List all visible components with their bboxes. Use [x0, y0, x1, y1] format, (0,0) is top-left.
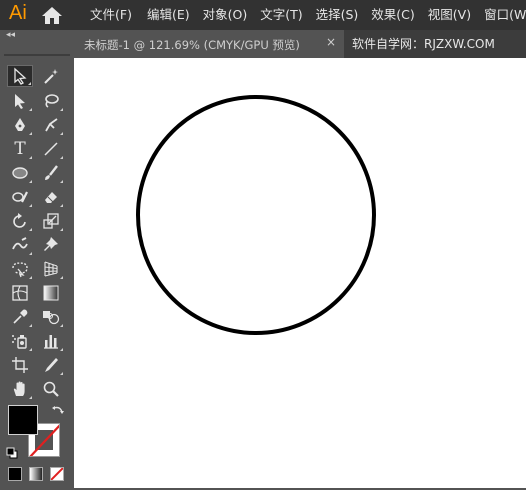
eyedropper-tool[interactable]: [7, 306, 33, 328]
type-icon: T: [14, 139, 26, 159]
gradient-icon: [43, 285, 59, 301]
perspective-grid-icon: [44, 261, 58, 277]
free-transform-icon: [12, 262, 28, 278]
zoom-tool[interactable]: [38, 378, 64, 400]
artboard-canvas[interactable]: [74, 58, 526, 488]
pin-icon: [44, 237, 58, 251]
eraser-tool[interactable]: [38, 186, 64, 208]
blend-icon: [43, 311, 60, 325]
gradient-mode-button[interactable]: [29, 467, 43, 481]
collapse-toolbar-button[interactable]: ◂◂: [6, 30, 15, 40]
gradient-tool[interactable]: [38, 282, 64, 304]
curvature-icon: [45, 118, 58, 132]
hand-icon: [13, 381, 25, 396]
color-mode-button[interactable]: [8, 467, 22, 481]
document-tab[interactable]: 未标题-1 @ 121.69% (CMYK/GPU 预览) ×: [74, 30, 344, 58]
blend-tool[interactable]: [38, 306, 64, 328]
curvature-tool[interactable]: [38, 114, 64, 136]
paintbrush-tool[interactable]: [38, 162, 64, 184]
eyedropper-icon: [13, 309, 28, 324]
scale-icon: [43, 213, 59, 229]
menu-window[interactable]: 窗口(W): [484, 0, 526, 30]
color-mode-buttons: [8, 467, 68, 485]
magic-wand-tool[interactable]: [38, 65, 64, 87]
menu-list: 文件(F) 编辑(E) 对象(O) 文字(T) 选择(S) 效果(C) 视图(V…: [90, 0, 526, 30]
ellipse-icon: [12, 167, 28, 179]
slice-tool[interactable]: [38, 354, 64, 376]
menu-view[interactable]: 视图(V): [428, 0, 471, 30]
shaper-tool[interactable]: [7, 186, 33, 208]
free-transform-tool[interactable]: [7, 258, 33, 280]
paintbrush-icon: [45, 165, 58, 180]
line-icon: [44, 142, 58, 156]
warp-tool[interactable]: [7, 234, 33, 256]
document-tab-title: 未标题-1 @ 121.69% (CMYK/GPU 预览): [84, 38, 300, 52]
pen-icon: [15, 118, 25, 131]
pen-tool[interactable]: [7, 114, 33, 136]
canvas-drawing: [136, 95, 376, 335]
arrow-solid-icon: [15, 94, 25, 109]
rotate-tool[interactable]: [7, 210, 33, 232]
ellipse-tool[interactable]: [7, 162, 33, 184]
column-graph-tool[interactable]: [38, 330, 64, 352]
mesh-icon: [12, 285, 28, 301]
none-slash-icon: [51, 468, 63, 480]
app-logo: Ai: [9, 2, 27, 24]
type-tool[interactable]: T: [7, 138, 33, 160]
fill-stroke-control: [6, 403, 66, 461]
home-icon[interactable]: [40, 4, 64, 26]
column-graph-icon: [44, 335, 58, 349]
zoom-icon: [43, 381, 59, 397]
magic-wand-icon: [44, 69, 58, 84]
direct-selection-tool[interactable]: [7, 90, 33, 112]
rotate-icon: [13, 213, 26, 228]
menu-bar: Ai 文件(F) 编辑(E) 对象(O) 文字(T) 选择(S) 效果(C) 视…: [0, 0, 526, 30]
lasso-icon: [45, 94, 59, 108]
mesh-tool[interactable]: [7, 282, 33, 304]
circle-shape: [136, 95, 376, 335]
default-fill-stroke-icon[interactable]: [6, 447, 18, 459]
menu-file[interactable]: 文件(F): [90, 0, 132, 30]
shaper-icon: [12, 191, 28, 203]
swap-fill-stroke-icon[interactable]: [52, 404, 64, 416]
hand-tool[interactable]: [7, 378, 33, 400]
none-mode-button[interactable]: [50, 467, 64, 481]
artboard-icon: [12, 357, 28, 373]
slice-icon: [45, 358, 58, 372]
document-tab-bar: 未标题-1 @ 121.69% (CMYK/GPU 预览) × 软件自学网：RJ…: [74, 30, 526, 58]
selection-tool[interactable]: [7, 65, 33, 87]
menu-type[interactable]: 文字(T): [260, 0, 302, 30]
close-icon[interactable]: ×: [326, 35, 336, 49]
perspective-grid-tool[interactable]: [38, 258, 64, 280]
symbol-sprayer-icon: [12, 335, 27, 349]
menu-edit[interactable]: 编辑(E): [147, 0, 190, 30]
symbol-sprayer-tool[interactable]: [7, 330, 33, 352]
menu-select[interactable]: 选择(S): [316, 0, 359, 30]
scale-tool[interactable]: [38, 210, 64, 232]
watermark-text: 软件自学网：RJZXW.COM: [344, 30, 526, 58]
arrow-outline-icon: [14, 67, 27, 85]
fill-swatch[interactable]: [8, 405, 38, 435]
lasso-tool[interactable]: [38, 90, 64, 112]
warp-icon: [12, 237, 28, 250]
puppet-warp-tool[interactable]: [38, 234, 64, 256]
artboard-tool[interactable]: [7, 354, 33, 376]
menu-object[interactable]: 对象(O): [203, 0, 248, 30]
line-tool[interactable]: [38, 138, 64, 160]
eraser-icon: [45, 192, 57, 203]
menu-effect[interactable]: 效果(C): [371, 0, 414, 30]
